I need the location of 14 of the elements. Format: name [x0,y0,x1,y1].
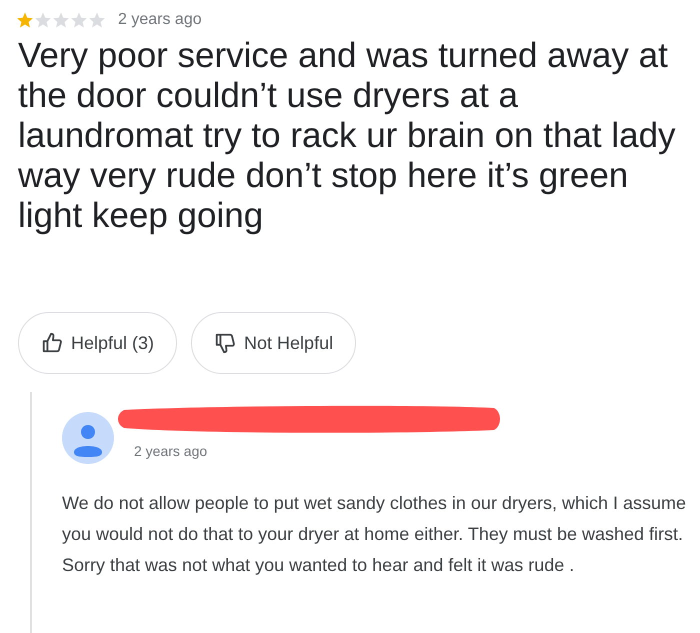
thumbs-up-icon [41,332,63,354]
review-time: 2 years ago [118,10,202,30]
not-helpful-button[interactable]: Not Helpful [191,312,356,374]
reply-text: We do not allow people to put wet sandy clothes in our dryers, which I assume you would not do that to your dryer at home either. They must be washed first. Sorry that was not what you wanted to hear and felt it was rude . [62,492,687,577]
star-icon [34,11,52,29]
review-text: Very poor service and was turned away at the door couldn’t use dryers at a laundromat try to rack ur brain on that lady way very rude don’t stop here it’s green light keep going [17,36,677,236]
thumbs-down-icon [214,332,236,354]
star-icon [88,11,106,29]
reply-time: 2 years ago [134,442,208,461]
star-icon [52,11,70,29]
star-icon [70,11,88,29]
helpful-button[interactable]: Helpful (3) [18,312,178,374]
star-icon [16,11,34,29]
avatar-icon [62,412,114,464]
